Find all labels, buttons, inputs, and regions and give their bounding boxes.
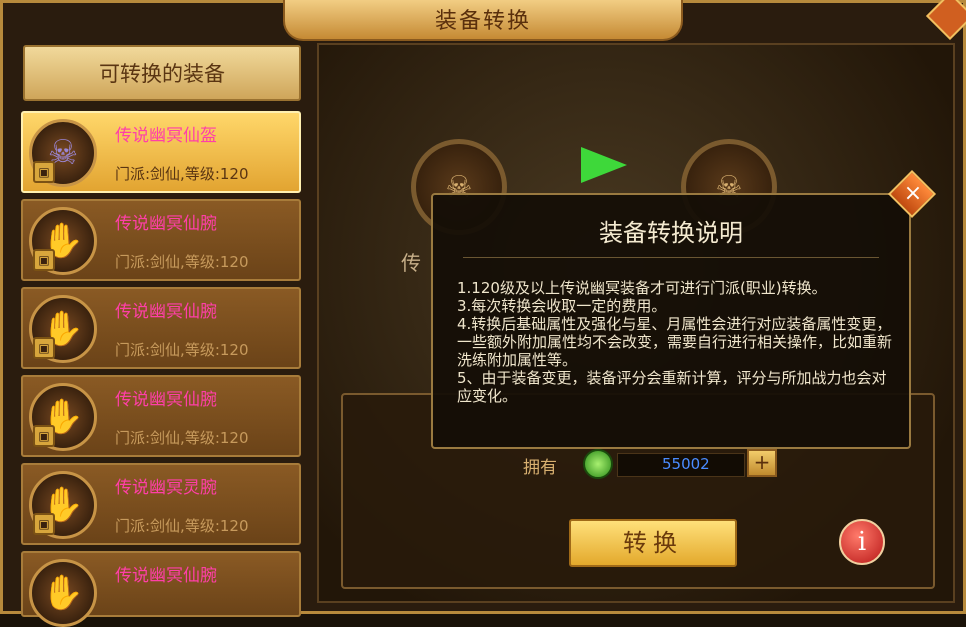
currency-amount-box: 55002	[617, 453, 745, 477]
equipment-name: 传说幽冥灵腕	[115, 478, 217, 498]
add-currency-button[interactable]: +	[747, 449, 777, 477]
dialog-line: 4.转换后基础属性及强化与星、月属性会进行对应装备属性变更，一些额外附加属性均不…	[457, 315, 893, 369]
dialog-divider	[463, 257, 879, 258]
arrow-right-icon	[581, 147, 627, 183]
equipment-item[interactable]: ✋ ▣ 传说幽冥灵腕 门派:剑仙,等级:120	[21, 463, 301, 545]
glove-icon: ✋	[29, 559, 97, 627]
own-label: 拥有	[523, 458, 557, 478]
equipment-item[interactable]: ✋ ▣ 传说幽冥仙腕 门派:剑仙,等级:120	[21, 287, 301, 369]
background-label: 传	[401, 251, 421, 275]
dialog-line: 1.120级及以上传说幽冥装备才可进行门派(职业)转换。	[457, 279, 827, 297]
help-dialog: 装备转换说明 1.120级及以上传说幽冥装备才可进行门派(职业)转换。 3.每次…	[431, 193, 911, 449]
equipment-item[interactable]: ☠ ▣ 传说幽冥仙盔 门派:剑仙,等级:120	[21, 111, 301, 193]
equipment-name: 传说幽冥仙腕	[115, 302, 217, 322]
currency-icon	[583, 449, 613, 479]
equipment-item[interactable]: ✋ ▣ 传说幽冥仙腕 门派:剑仙,等级:120	[21, 199, 301, 281]
equipment-name: 传说幽冥仙腕	[115, 390, 217, 410]
equipment-list-panel: 可转换的装备 ☠ ▣ 传说幽冥仙盔 门派:剑仙,等级:120 ✋ ▣ 传说幽冥仙…	[13, 39, 309, 627]
convert-button[interactable]: 转换	[569, 519, 737, 567]
lock-icon: ▣	[33, 249, 55, 271]
equipment-name: 传说幽冥仙腕	[115, 566, 217, 586]
equipment-meta: 门派:剑仙,等级:120	[115, 253, 249, 271]
info-button[interactable]: i	[839, 519, 885, 565]
window-close-button[interactable]	[925, 0, 966, 41]
title-bar: 装备转换	[283, 0, 683, 41]
equipment-name: 传说幽冥仙腕	[115, 214, 217, 234]
window-title: 装备转换	[434, 9, 531, 34]
dialog-body: 1.120级及以上传说幽冥装备才可进行门派(职业)转换。 3.每次转换会收取一定…	[457, 279, 897, 405]
dialog-title: 装备转换说明	[599, 219, 743, 247]
equipment-meta: 门派:剑仙,等级:120	[115, 165, 249, 183]
equipment-list-header: 可转换的装备	[23, 45, 301, 101]
lock-icon: ▣	[33, 337, 55, 359]
lock-icon: ▣	[33, 161, 55, 183]
equipment-name: 传说幽冥仙盔	[115, 126, 217, 146]
equipment-item[interactable]: ✋ 传说幽冥仙腕	[21, 551, 301, 627]
equipment-meta: 门派:剑仙,等级:120	[115, 517, 249, 535]
dialog-line: 3.每次转换会收取一定的费用。	[457, 297, 667, 315]
currency-amount: 55002	[662, 455, 710, 473]
equipment-list-title: 可转换的装备	[99, 62, 225, 86]
equipment-item[interactable]: ✋ ▣ 传说幽冥仙腕 门派:剑仙,等级:120	[21, 375, 301, 457]
equipment-meta: 门派:剑仙,等级:120	[115, 341, 249, 359]
lock-icon: ▣	[33, 425, 55, 447]
close-icon[interactable]: ×	[896, 178, 930, 212]
equipment-meta: 门派:剑仙,等级:120	[115, 429, 249, 447]
lock-icon: ▣	[33, 513, 55, 535]
window-frame: 装备转换 可转换的装备 ☠ ▣ 传说幽冥仙盔 门派:剑仙,等级:120 ✋ ▣ …	[0, 0, 966, 627]
dialog-line: 5、由于装备变更，装备评分会重新计算，评分与所加战力也会对应变化。	[457, 369, 887, 405]
